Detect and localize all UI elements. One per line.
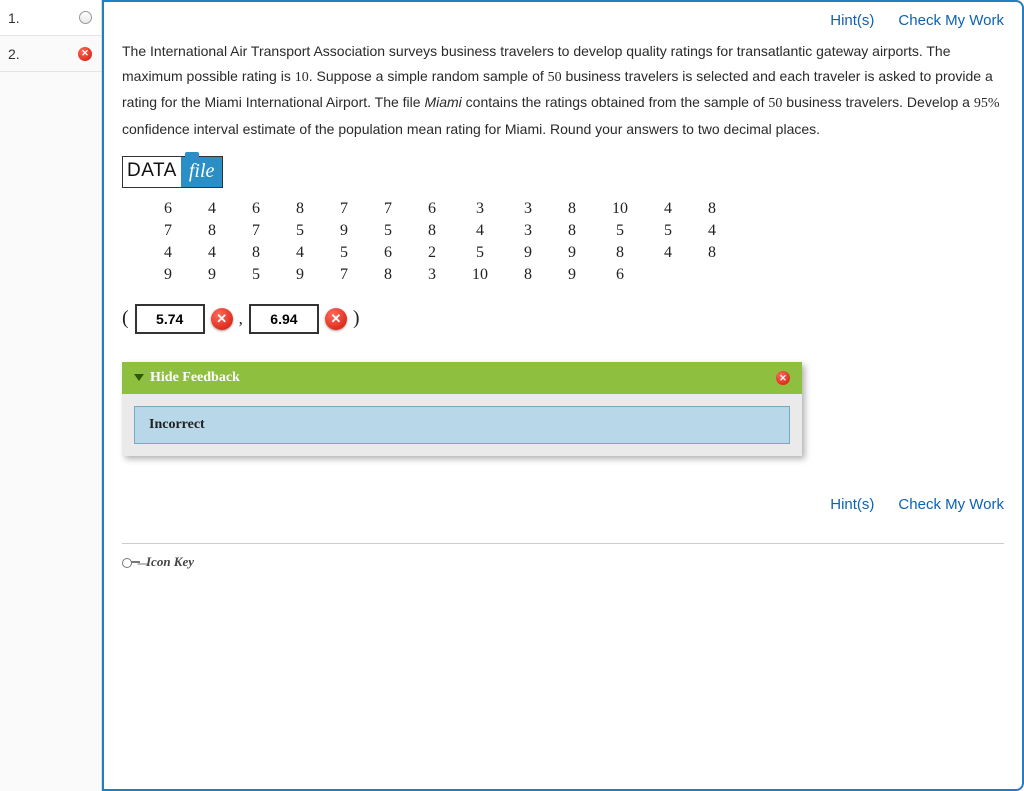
- table-cell: 5: [366, 220, 410, 242]
- close-paren: ): [353, 307, 360, 330]
- question-text: The International Air Transport Associat…: [122, 39, 1004, 142]
- file-label: file: [181, 157, 223, 187]
- feedback-message: Incorrect: [134, 406, 790, 444]
- collapse-icon: [134, 374, 144, 381]
- table-cell: 8: [234, 242, 278, 264]
- table-cell: 8: [550, 220, 594, 242]
- table-cell: 10: [594, 198, 646, 220]
- table-cell: 4: [454, 220, 506, 242]
- table-cell: 4: [646, 198, 690, 220]
- table-cell: 9: [506, 242, 550, 264]
- sidebar-question-1[interactable]: 1.: [0, 0, 101, 36]
- comma: ,: [239, 309, 243, 329]
- upper-bound-input[interactable]: [249, 304, 319, 334]
- open-paren: (: [122, 307, 129, 330]
- hints-link[interactable]: Hint(s): [830, 496, 874, 513]
- answer-interval: ( ✕ , ✕ ): [122, 304, 1004, 334]
- question-panel: Hint(s) Check My Work The International …: [102, 0, 1024, 791]
- table-row: 7875958438554: [146, 220, 734, 242]
- table-cell: [690, 264, 734, 286]
- table-cell: 8: [506, 264, 550, 286]
- table-cell: 5: [454, 242, 506, 264]
- table-cell: 9: [322, 220, 366, 242]
- table-cell: 4: [690, 220, 734, 242]
- table-cell: 4: [146, 242, 190, 264]
- table-cell: 9: [278, 264, 322, 286]
- question-number: 1.: [8, 10, 77, 26]
- question-number: 2.: [8, 46, 77, 62]
- table-cell: 10: [454, 264, 506, 286]
- table-cell: 3: [506, 198, 550, 220]
- table-cell: 7: [146, 220, 190, 242]
- lower-bound-input[interactable]: [135, 304, 205, 334]
- table-cell: 4: [646, 242, 690, 264]
- question-sidebar: 1. 2. ✕: [0, 0, 102, 791]
- table-cell: 7: [366, 198, 410, 220]
- hints-link[interactable]: Hint(s): [830, 12, 874, 29]
- table-cell: 5: [234, 264, 278, 286]
- bottom-action-links: Hint(s) Check My Work: [122, 496, 1004, 513]
- table-row: 995978310896: [146, 264, 734, 286]
- table-cell: 5: [594, 220, 646, 242]
- table-cell: 4: [190, 198, 234, 220]
- table-row: 64687763381048: [146, 198, 734, 220]
- incorrect-icon: ✕: [325, 308, 347, 330]
- table-cell: 8: [366, 264, 410, 286]
- icon-key-toggle[interactable]: Icon Key: [122, 543, 1004, 570]
- data-label: DATA: [123, 157, 181, 187]
- table-cell: 6: [234, 198, 278, 220]
- table-cell: 2: [410, 242, 454, 264]
- table-cell: 8: [690, 198, 734, 220]
- key-icon: [122, 557, 140, 567]
- table-cell: 8: [594, 242, 646, 264]
- table-cell: [646, 264, 690, 286]
- status-empty-icon: [77, 10, 93, 26]
- status-wrong-icon: ✕: [77, 46, 93, 62]
- table-cell: 9: [550, 242, 594, 264]
- table-cell: 8: [190, 220, 234, 242]
- data-file-badge[interactable]: DATA file: [122, 156, 223, 188]
- table-cell: 6: [410, 198, 454, 220]
- table-cell: 8: [550, 198, 594, 220]
- table-cell: 5: [646, 220, 690, 242]
- icon-key-label: Icon Key: [146, 554, 194, 570]
- table-cell: 8: [278, 198, 322, 220]
- table-cell: 6: [366, 242, 410, 264]
- table-cell: 5: [278, 220, 322, 242]
- table-cell: 9: [190, 264, 234, 286]
- feedback-header-label: Hide Feedback: [150, 370, 240, 386]
- feedback-body: Incorrect: [122, 394, 802, 456]
- top-action-links: Hint(s) Check My Work: [122, 12, 1004, 29]
- table-cell: 7: [322, 198, 366, 220]
- sidebar-question-2[interactable]: 2. ✕: [0, 36, 101, 72]
- table-cell: 3: [410, 264, 454, 286]
- table-cell: 7: [234, 220, 278, 242]
- incorrect-icon: ✕: [211, 308, 233, 330]
- table-cell: 3: [506, 220, 550, 242]
- table-cell: 5: [322, 242, 366, 264]
- table-cell: 8: [690, 242, 734, 264]
- check-my-work-link[interactable]: Check My Work: [898, 12, 1004, 29]
- table-row: 4484562599848: [146, 242, 734, 264]
- table-cell: 9: [550, 264, 594, 286]
- table-cell: 6: [594, 264, 646, 286]
- table-cell: 4: [278, 242, 322, 264]
- check-my-work-link[interactable]: Check My Work: [898, 496, 1004, 513]
- table-cell: 3: [454, 198, 506, 220]
- close-feedback-button[interactable]: ✕: [776, 370, 790, 386]
- table-cell: 7: [322, 264, 366, 286]
- table-cell: 8: [410, 220, 454, 242]
- table-cell: 6: [146, 198, 190, 220]
- feedback-header[interactable]: Hide Feedback ✕: [122, 362, 802, 394]
- table-cell: 4: [190, 242, 234, 264]
- table-cell: 9: [146, 264, 190, 286]
- data-values-table: 6468776338104878759584385544484562599848…: [146, 198, 734, 286]
- feedback-panel: Hide Feedback ✕ Incorrect: [122, 362, 802, 456]
